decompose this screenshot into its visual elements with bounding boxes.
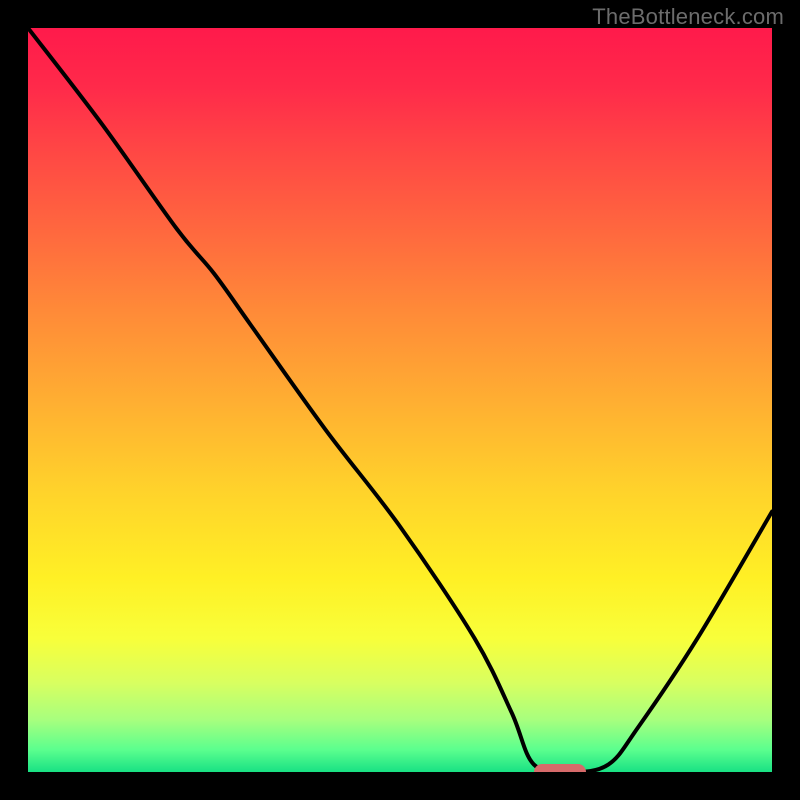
- watermark-text: TheBottleneck.com: [592, 4, 784, 30]
- chart-frame: TheBottleneck.com: [0, 0, 800, 800]
- bottleneck-curve: [28, 28, 772, 772]
- plot-area: [28, 28, 772, 772]
- minimum-marker: [534, 764, 586, 772]
- curve-layer: [28, 28, 772, 772]
